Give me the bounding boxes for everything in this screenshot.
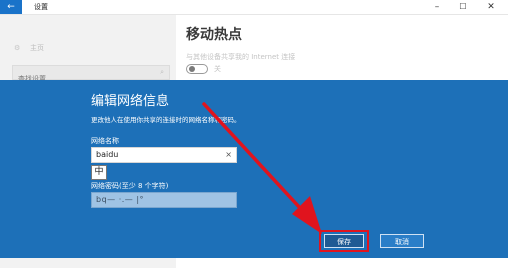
network-password-label: 网络密码(至少 8 个字符) [91, 182, 169, 190]
edit-network-dialog: 编辑网络信息 更改他人在使用你共享的连接时的网络名称和密码。 网络名称 baid… [0, 80, 508, 258]
clear-icon[interactable]: × [225, 148, 232, 162]
maximize-button[interactable]: ☐ [452, 0, 474, 14]
page-description: 与其他设备共享我的 Internet 连接 [186, 53, 296, 61]
toggle-state-label: 关 [214, 65, 221, 73]
ime-indicator: 中 [91, 165, 107, 180]
search-icon: ⌕ [160, 68, 164, 76]
close-button[interactable]: ✕ [480, 0, 502, 14]
cancel-button[interactable]: 取消 [380, 234, 424, 248]
save-button[interactable]: 保存 [324, 234, 364, 248]
sidebar-item-home[interactable]: ⚙ 主页 [14, 43, 44, 53]
sidebar-home-label: 主页 [30, 44, 44, 52]
dialog-description: 更改他人在使用你共享的连接时的网络名称和密码。 [91, 116, 241, 124]
title-bar: ← 设置 – ☐ ✕ [0, 0, 508, 15]
minimize-button[interactable]: – [426, 0, 448, 14]
gear-icon: ⚙ [14, 44, 21, 52]
page-title: 移动热点 [186, 27, 242, 43]
hotspot-toggle[interactable] [186, 64, 208, 74]
back-arrow-icon: ← [7, 2, 15, 12]
network-password-value: bq— ·.— |° [96, 195, 145, 204]
network-name-value: baidu [96, 150, 119, 159]
network-password-field[interactable]: bq— ·.— |° [91, 192, 237, 208]
network-name-field[interactable]: baidu × [91, 147, 237, 163]
window-title: 设置 [34, 3, 48, 11]
network-name-label: 网络名称 [91, 137, 119, 145]
dialog-title: 编辑网络信息 [91, 94, 170, 109]
settings-search[interactable]: ⌕ [12, 65, 170, 86]
hotspot-toggle-row: 关 [186, 64, 221, 74]
back-button[interactable]: ← [0, 0, 22, 14]
